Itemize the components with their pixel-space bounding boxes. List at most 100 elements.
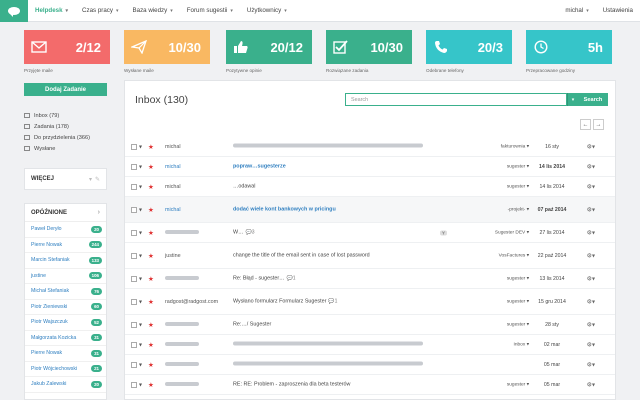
category-select[interactable]: sugester ▾ — [507, 322, 529, 327]
chevron-down-icon[interactable]: ▾ — [139, 381, 142, 388]
gear-icon[interactable]: ⚙▾ — [587, 229, 595, 236]
late-user-item[interactable]: Małgorzata Kozicka 31 — [25, 331, 106, 346]
star-icon[interactable]: ★ — [148, 206, 154, 214]
chevron-down-icon[interactable]: ▾ — [139, 183, 142, 190]
late-user-item[interactable]: Piotr Wójciechowski 21 — [25, 362, 106, 377]
row-checkbox[interactable] — [131, 229, 137, 236]
gear-icon[interactable]: ⚙▾ — [587, 275, 595, 282]
chevron-down-icon[interactable]: ▾ — [139, 361, 142, 368]
subject[interactable]: Wysłano formularz Formularz Sugester 💬1 — [233, 298, 533, 305]
chevron-down-icon[interactable]: ▾ — [139, 275, 142, 282]
settings-link[interactable]: Ustawienia — [596, 0, 640, 22]
folder-item[interactable]: Zadania (178) — [24, 121, 114, 132]
subject[interactable]: Re: Błąd - sugester… 💬1 — [233, 275, 533, 282]
subject[interactable] — [233, 341, 533, 348]
category-select[interactable]: sugester ▾ — [507, 382, 529, 387]
gear-icon[interactable]: ⚙▾ — [587, 252, 595, 259]
star-icon[interactable]: ★ — [148, 229, 154, 237]
subject[interactable]: change the title of the email sent in ca… — [233, 252, 533, 259]
row-checkbox[interactable] — [131, 252, 137, 259]
subject[interactable] — [233, 143, 533, 150]
subject[interactable]: popraw…sugesterze — [233, 163, 533, 170]
late-user-item[interactable]: justine 106 — [25, 269, 106, 284]
category-select[interactable]: sugester ▾ — [507, 276, 529, 281]
nav-item-0[interactable]: Helpdesk ▾ — [28, 0, 75, 22]
chevron-down-icon[interactable]: ▾ — [89, 176, 92, 183]
category-select[interactable]: VosFactures ▾ — [499, 253, 529, 258]
star-icon[interactable]: ★ — [148, 252, 154, 260]
subject[interactable]: …odawal — [233, 183, 533, 190]
row-checkbox[interactable] — [131, 163, 137, 170]
chevron-down-icon[interactable]: ▾ — [139, 321, 142, 328]
late-user-item[interactable]: Pierre Nowak 244 — [25, 238, 106, 253]
subject[interactable]: dodać wiele kont bankowych w pricingu — [233, 206, 533, 213]
chevron-down-icon[interactable]: ▾ — [139, 252, 142, 259]
subject[interactable]: W… 💬3 — [233, 229, 533, 236]
chevron-down-icon[interactable]: ▾ — [139, 206, 142, 213]
table-row[interactable]: ▾ ★ Inbox ▾ 02 mar ⚙▾ — [125, 335, 615, 355]
search-dropdown[interactable]: ▾ — [567, 93, 578, 106]
star-icon[interactable]: ★ — [148, 298, 154, 306]
add-task-button[interactable]: Dodaj Zadanie — [24, 83, 107, 96]
table-row[interactable]: ▾ ★ radgost@radgost.com Wysłano formularz F… — [125, 289, 615, 315]
edit-icon[interactable]: ✎ — [95, 176, 100, 183]
app-logo[interactable] — [0, 0, 28, 22]
folder-item[interactable]: Inbox (79) — [24, 110, 114, 121]
late-user-item[interactable]: Jakub Zalewski 20 — [25, 377, 106, 393]
chevron-down-icon[interactable]: ▾ — [139, 163, 142, 170]
row-checkbox[interactable] — [131, 381, 137, 388]
late-user-item[interactable]: Piotr Zieniewski 60 — [25, 300, 106, 315]
table-row[interactable]: ▾ ★ michal dodać wiele kont bankowych w pri… — [125, 197, 615, 223]
nav-item-3[interactable]: Forum sugestii ▾ — [180, 0, 240, 22]
nav-item-2[interactable]: Baza wiedzy ▾ — [126, 0, 180, 22]
star-icon[interactable]: ★ — [148, 341, 154, 349]
gear-icon[interactable]: ⚙▾ — [587, 298, 595, 305]
stat-tile-0[interactable]: 2/12 — [24, 30, 110, 64]
star-icon[interactable]: ★ — [148, 275, 154, 283]
user-menu[interactable]: michal ▾ — [558, 0, 595, 22]
folder-item[interactable]: Do przydzielenia (366) — [24, 132, 114, 143]
row-checkbox[interactable] — [131, 298, 137, 305]
subject[interactable]: Re:…/ Sugester — [233, 321, 533, 328]
category-select[interactable]: sugester ▾ — [507, 164, 529, 169]
arrow-right-icon[interactable]: → — [593, 119, 604, 130]
table-row[interactable]: ▾ ★ michal …odawal sugester ▾ 14 lis 2014 ⚙▾ — [125, 177, 615, 197]
late-user-item[interactable]: Marcin Stefaniak 133 — [25, 253, 106, 269]
search-button[interactable]: Search — [578, 93, 608, 106]
chevron-down-icon[interactable]: ▾ — [139, 143, 142, 150]
late-user-item[interactable]: Pierre Nowak 31 — [25, 346, 106, 362]
subject[interactable] — [233, 361, 533, 368]
subject[interactable]: RE: RE: Problem - zaproszenia dla beta t… — [233, 381, 533, 388]
row-checkbox[interactable] — [131, 275, 137, 282]
row-checkbox[interactable] — [131, 341, 137, 348]
table-row[interactable]: ▾ ★ michal fakturownia ▾ 16 sty ⚙▾ — [125, 137, 615, 157]
category-select[interactable]: sugester ▾ — [507, 299, 529, 304]
star-icon[interactable]: ★ — [148, 321, 154, 329]
category-select[interactable]: fakturownia ▾ — [501, 144, 529, 149]
nav-item-4[interactable]: Użytkownicy ▾ — [240, 0, 294, 22]
row-checkbox[interactable] — [131, 183, 137, 190]
table-row[interactable]: ▾ ★ michal popraw…sugesterze sugester ▾ 14 li… — [125, 157, 615, 177]
gear-icon[interactable]: ⚙▾ — [587, 381, 595, 388]
category-select[interactable]: -projekt- ▾ — [508, 207, 529, 212]
category-select[interactable]: Inbox ▾ — [514, 342, 529, 347]
stat-tile-4[interactable]: 20/3 — [426, 30, 512, 64]
row-checkbox[interactable] — [131, 361, 137, 368]
table-row[interactable]: ▾ ★ Re:…/ Sugester sugester ▾ 28 sty ⚙▾ — [125, 315, 615, 335]
row-checkbox[interactable] — [131, 206, 137, 213]
late-header[interactable]: OPÓŹNIONE › — [25, 204, 106, 222]
table-row[interactable]: ▾ ★ 05 mar ⚙▾ — [125, 355, 615, 375]
table-row[interactable]: ▾ ★ justine change the title of the email s… — [125, 243, 615, 269]
late-user-item[interactable]: Piotr Wajszczuk 52 — [25, 315, 106, 331]
category-select[interactable]: Sugester DEV ▾ — [495, 230, 529, 235]
table-row[interactable]: ▾ ★ W… 💬3 Y Sugester DEV ▾ 27 lis 2014 ⚙▾ — [125, 223, 615, 243]
table-row[interactable]: ▾ ★ RE: RE: Problem - zaproszenia dla beta… — [125, 375, 615, 395]
star-icon[interactable]: ★ — [148, 143, 154, 151]
chevron-down-icon[interactable]: ▾ — [139, 341, 142, 348]
category-select[interactable]: sugester ▾ — [507, 184, 529, 189]
star-icon[interactable]: ★ — [148, 183, 154, 191]
row-checkbox[interactable] — [131, 143, 137, 150]
stat-tile-5[interactable]: 5h — [526, 30, 612, 64]
late-user-item[interactable]: Michał Stefaniak 76 — [25, 284, 106, 300]
late-user-item[interactable]: Paweł Deryło 20 — [25, 222, 106, 238]
